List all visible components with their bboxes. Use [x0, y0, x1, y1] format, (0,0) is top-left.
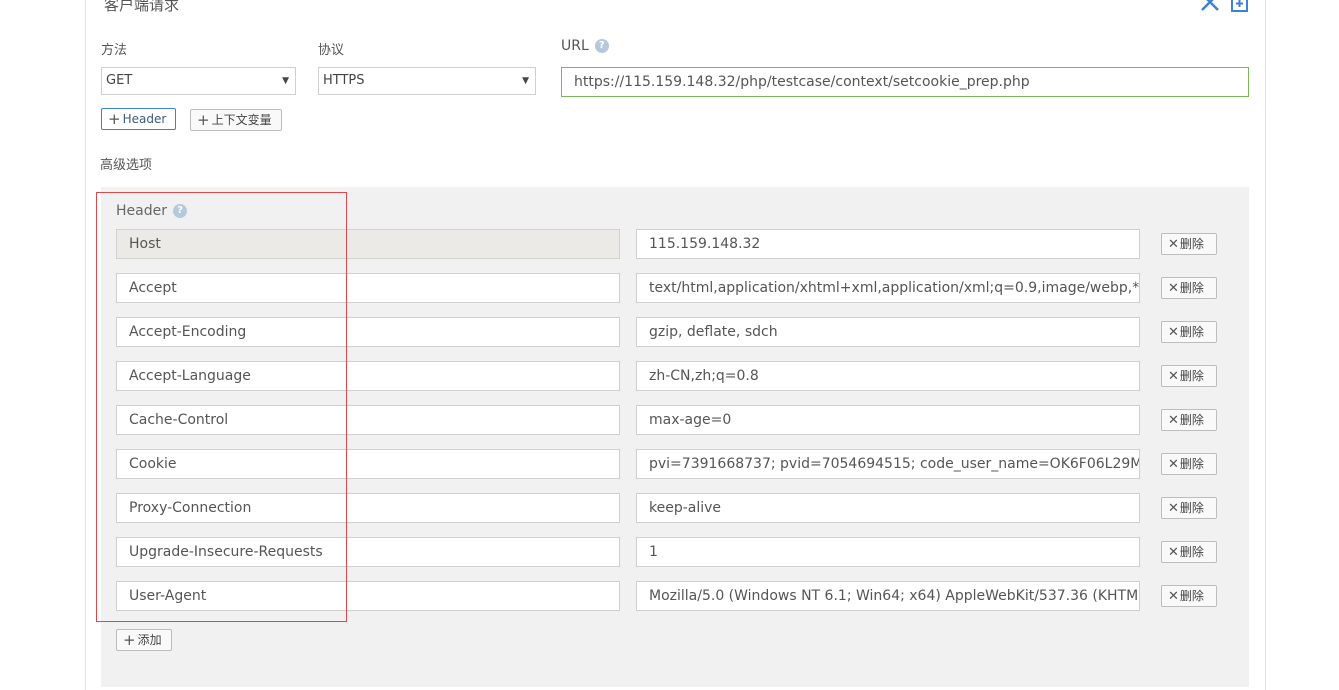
delete-label: 删除 [1179, 369, 1204, 383]
chevron-down-icon: ▼ [522, 76, 529, 86]
close-icon: ✕ [1168, 325, 1179, 340]
close-icon: ✕ [1168, 413, 1179, 428]
header-key-input[interactable]: Cookie [116, 449, 620, 479]
header-value-input[interactable]: 1 [636, 537, 1140, 567]
add-row-label: 添加 [137, 633, 162, 647]
close-icon: ✕ [1168, 589, 1179, 604]
header-value-input[interactable]: keep-alive [636, 493, 1140, 523]
header-value-input[interactable]: max-age=0 [636, 405, 1140, 435]
header-key-input[interactable]: Accept [116, 273, 620, 303]
header-value-input[interactable]: gzip, deflate, sdch [636, 317, 1140, 347]
header-row: Cache-Control max-age=0 ✕删除 [0, 405, 1339, 435]
delete-label: 删除 [1179, 501, 1204, 515]
add-header-label: Header [122, 112, 167, 126]
header-row: Proxy-Connection keep-alive ✕删除 [0, 493, 1339, 523]
method-value: GET [106, 73, 133, 88]
chevron-down-icon: ▼ [282, 76, 289, 86]
close-icon: ✕ [1168, 501, 1179, 516]
delete-label: 删除 [1179, 457, 1204, 471]
url-input[interactable]: https://115.159.148.32/php/testcase/cont… [561, 67, 1249, 97]
header-row: Accept text/html,application/xhtml+xml,ap… [0, 273, 1339, 303]
header-key-input[interactable]: Cache-Control [116, 405, 620, 435]
delete-row-button[interactable]: ✕删除 [1161, 277, 1217, 299]
delete-label: 删除 [1179, 413, 1204, 427]
protocol-select[interactable]: HTTPS ▼ [318, 67, 536, 95]
close-icon: ✕ [1168, 457, 1179, 472]
url-label-row: URL? [561, 38, 609, 54]
delete-row-button[interactable]: ✕删除 [1161, 321, 1217, 343]
add-header-button[interactable]: + Header [101, 108, 176, 130]
delete-row-button[interactable]: ✕删除 [1161, 409, 1217, 431]
add-row-button[interactable]: + 添加 [116, 629, 172, 651]
close-icon: ✕ [1168, 281, 1179, 296]
panel-title: 客户端请求 [104, 0, 180, 14]
header-key-input[interactable]: Proxy-Connection [116, 493, 620, 523]
header-row: Accept-Encoding gzip, deflate, sdch ✕删除 [0, 317, 1339, 347]
help-icon[interactable]: ? [172, 204, 187, 218]
advanced-options-label: 高级选项 [100, 158, 153, 173]
protocol-label: 协议 [318, 43, 345, 58]
header-value-input[interactable]: text/html,application/xhtml+xml,applicat… [636, 273, 1140, 303]
url-label: URL [561, 38, 589, 54]
plus-icon: + [123, 631, 136, 649]
method-select[interactable]: GET ▼ [101, 67, 296, 95]
header-value-input[interactable]: Mozilla/5.0 (Windows NT 6.1; Win64; x64)… [636, 581, 1140, 611]
delete-label: 删除 [1179, 545, 1204, 559]
delete-row-button[interactable]: ✕删除 [1161, 453, 1217, 475]
header-row: Cookie pvi=7391668737; pvid=7054694515; c… [0, 449, 1339, 479]
delete-label: 删除 [1179, 281, 1204, 295]
header-value-input[interactable]: 115.159.148.32 [636, 229, 1140, 259]
header-value-input[interactable]: zh-CN,zh;q=0.8 [636, 361, 1140, 391]
header-row: User-Agent Mozilla/5.0 (Windows NT 6.1; W… [0, 581, 1339, 611]
header-section-title: Header [116, 203, 167, 219]
close-icon: ✕ [1168, 545, 1179, 560]
delete-row-button[interactable]: ✕删除 [1161, 541, 1217, 563]
delete-label: 删除 [1179, 589, 1204, 603]
delete-row-button[interactable]: ✕删除 [1161, 365, 1217, 387]
close-icon: ✕ [1168, 369, 1179, 384]
plus-icon: + [197, 111, 210, 129]
header-row: Host 115.159.148.32 ✕删除 [0, 229, 1339, 259]
header-key-input: Host [116, 229, 620, 259]
close-icon[interactable] [1200, 0, 1220, 12]
header-key-input[interactable]: User-Agent [116, 581, 620, 611]
delete-label: 删除 [1179, 237, 1204, 251]
delete-row-button[interactable]: ✕删除 [1161, 497, 1217, 519]
header-value-input[interactable]: pvi=7391668737; pvid=7054694515; code_us… [636, 449, 1140, 479]
header-section-title-row: Header? [116, 203, 187, 219]
protocol-value: HTTPS [323, 73, 365, 88]
delete-label: 删除 [1179, 325, 1204, 339]
header-key-input[interactable]: Accept-Language [116, 361, 620, 391]
header-row: Accept-Language zh-CN,zh;q=0.8 ✕删除 [0, 361, 1339, 391]
header-key-input[interactable]: Accept-Encoding [116, 317, 620, 347]
context-variable-label: 上下文变量 [211, 113, 272, 127]
close-icon: ✕ [1168, 237, 1179, 252]
help-icon[interactable]: ? [594, 39, 609, 53]
delete-row-button[interactable]: ✕删除 [1161, 585, 1217, 607]
header-section [101, 187, 1249, 687]
header-key-input[interactable]: Upgrade-Insecure-Requests [116, 537, 620, 567]
copy-add-icon[interactable] [1230, 0, 1250, 12]
delete-row-button[interactable]: ✕删除 [1161, 233, 1217, 255]
plus-icon: + [108, 110, 121, 128]
method-label: 方法 [101, 43, 128, 58]
add-context-variable-button[interactable]: + 上下文变量 [190, 109, 282, 131]
header-row: Upgrade-Insecure-Requests 1 ✕删除 [0, 537, 1339, 567]
